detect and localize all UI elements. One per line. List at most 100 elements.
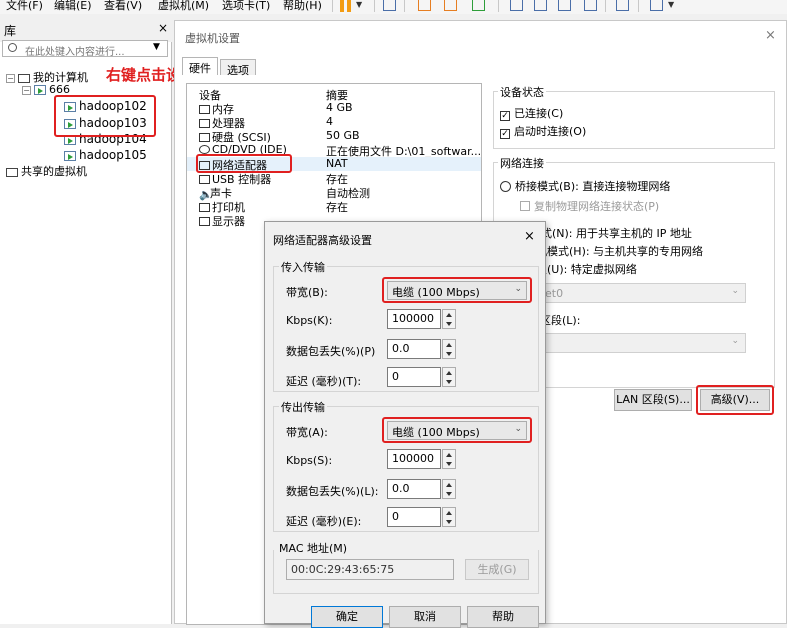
outgoing-latency-input[interactable]: 0: [387, 507, 441, 527]
device-row-hard-disk[interactable]: 硬盘 (SCSI) 50 GB: [187, 129, 481, 144]
pause-icon-bar: [347, 0, 351, 12]
device-row-memory[interactable]: 内存 4 GB: [187, 101, 481, 116]
computer-icon: [18, 73, 30, 83]
chevron-down-icon[interactable]: ▼: [153, 42, 160, 52]
spinner-icon[interactable]: [442, 449, 456, 469]
help-button[interactable]: 帮助: [467, 606, 539, 628]
send-keys-icon[interactable]: [383, 0, 396, 11]
device-row-printer[interactable]: 打印机 存在: [187, 199, 481, 214]
device-row-processor[interactable]: 处理器 4: [187, 115, 481, 130]
radio-label: 机模式(H): 与主机共享的专用网络: [536, 245, 704, 258]
dropdown-arrow-icon[interactable]: ▼: [356, 0, 362, 9]
checkmark-icon: ✓: [500, 111, 510, 121]
outgoing-loss-input[interactable]: 0.0: [387, 479, 441, 499]
spinner-icon[interactable]: [442, 367, 456, 387]
nat-radio[interactable]: 模式(N): 用于共享主机的 IP 地址: [530, 225, 692, 241]
console-icon[interactable]: [616, 0, 629, 11]
lan-segment-select[interactable]: ⌄: [540, 333, 746, 353]
tab-options[interactable]: 选项: [220, 59, 256, 77]
select-value: et0: [545, 287, 564, 300]
menu-vm[interactable]: 虚拟机(M): [158, 0, 209, 13]
folder-icon: [34, 85, 46, 95]
bridged-radio[interactable]: 桥接模式(B): 直接连接物理网络: [500, 178, 670, 194]
close-icon[interactable]: ×: [765, 28, 776, 43]
spinner-icon[interactable]: [442, 507, 456, 527]
sidebar-view-icon[interactable]: [510, 0, 523, 11]
radio-label: 区段(L):: [540, 314, 581, 327]
lan-segments-button[interactable]: LAN 区段(S)...: [614, 389, 692, 411]
checkbox-label: 已连接(C): [514, 107, 564, 120]
spinner-icon[interactable]: [442, 309, 456, 329]
fullscreen-icon[interactable]: [558, 0, 571, 11]
display-icon: [199, 217, 210, 226]
spinner-icon[interactable]: [442, 479, 456, 499]
tree-item-shared[interactable]: 共享的虚拟机: [6, 163, 87, 179]
ok-button[interactable]: 确定: [311, 606, 383, 628]
tree-label: 共享的虚拟机: [21, 165, 87, 178]
menu-edit[interactable]: 编辑(E): [54, 0, 92, 13]
chevron-down-icon: ⌄: [731, 336, 739, 346]
menu-help[interactable]: 帮助(H): [283, 0, 322, 13]
menu-view[interactable]: 查看(V): [104, 0, 142, 13]
group-label: 设备状态: [498, 84, 546, 100]
connected-checkbox[interactable]: ✓ 已连接(C): [500, 105, 563, 121]
incoming-kbps-input[interactable]: 100000: [387, 309, 441, 329]
revert-snapshot-icon[interactable]: [444, 0, 457, 11]
pause-icon[interactable]: [340, 0, 344, 12]
connect-on-start-checkbox[interactable]: ✓ 启动时连接(O): [500, 123, 586, 139]
processor-icon: [199, 119, 210, 128]
library-search-input[interactable]: 在此处键入内容进行... ▼: [2, 40, 168, 58]
device-row-sound[interactable]: 🔈声卡 自动检测: [187, 185, 481, 201]
dropdown-arrow-icon[interactable]: ▼: [668, 0, 674, 9]
generate-button[interactable]: 生成(G): [465, 559, 529, 580]
checkbox-label: 复制物理网络连接状态(P): [534, 200, 660, 213]
replicate-checkbox[interactable]: 复制物理网络连接状态(P): [520, 198, 659, 214]
lan-segment-radio[interactable]: 区段(L):: [540, 312, 580, 328]
kbps-label: Kbps(K):: [286, 314, 333, 327]
device-summary: NAT: [326, 157, 348, 170]
library-panel: 库 × 在此处键入内容进行... ▼ − 我的计算机 −666 hadoop102…: [0, 20, 172, 624]
snapshot-manager-icon[interactable]: [472, 0, 485, 11]
collapse-icon[interactable]: −: [6, 73, 15, 83]
device-row-usb[interactable]: USB 控制器 存在: [187, 171, 481, 186]
memory-icon: [199, 105, 210, 114]
incoming-loss-input[interactable]: 0.0: [387, 339, 441, 359]
host-only-radio[interactable]: 机模式(H): 与主机共享的专用网络: [536, 243, 703, 259]
checkbox-label: 启动时连接(O): [514, 125, 587, 138]
shared-vms-icon: [6, 167, 18, 177]
mac-address-input[interactable]: 00:0C:29:43:65:75: [286, 559, 454, 580]
group-label: 传出传输: [279, 399, 327, 415]
highlight-box: [196, 154, 292, 173]
outgoing-kbps-input[interactable]: 100000: [387, 449, 441, 469]
advanced-settings-dialog: 网络适配器高级设置 × 传入传输 带宽(B): 电缆 (100 Mbps) ⌄ …: [264, 221, 546, 628]
thumbnail-view-icon[interactable]: [534, 0, 547, 11]
incoming-latency-input[interactable]: 0: [387, 367, 441, 387]
menu-tabs[interactable]: 选项卡(T): [222, 0, 270, 13]
hard-disk-icon: [199, 133, 210, 142]
cancel-button[interactable]: 取消: [389, 606, 461, 628]
latency-label: 延迟 (毫秒)(T):: [286, 375, 362, 388]
custom-radio[interactable]: 义(U): 特定虚拟网络: [536, 261, 637, 277]
search-placeholder: 在此处键入内容进行...: [25, 47, 125, 58]
menu-file[interactable]: 文件(F): [6, 0, 43, 13]
close-icon[interactable]: ×: [158, 21, 168, 35]
collapse-icon[interactable]: −: [22, 85, 31, 95]
tab-hardware[interactable]: 硬件: [182, 57, 218, 75]
toolbar-separator: [605, 0, 606, 12]
toolbar-separator: [404, 0, 405, 12]
library-header: 库 ×: [0, 20, 172, 42]
spinner-icon[interactable]: [442, 339, 456, 359]
highlight-box: [382, 417, 532, 443]
close-icon[interactable]: ×: [524, 229, 535, 244]
highlight-box: [696, 385, 774, 415]
toolbar-separator: [374, 0, 375, 12]
custom-network-select[interactable]: et0 ⌄: [540, 283, 746, 303]
snapshot-icon[interactable]: [418, 0, 431, 11]
unity-icon[interactable]: [584, 0, 597, 11]
radio-icon: [500, 181, 511, 192]
device-summary: 4 GB: [326, 101, 353, 114]
printer-icon: [199, 203, 210, 212]
stretch-icon[interactable]: [650, 0, 663, 11]
device-name: 显示器: [212, 215, 245, 228]
tree-item-vm[interactable]: hadoop105: [64, 148, 147, 162]
